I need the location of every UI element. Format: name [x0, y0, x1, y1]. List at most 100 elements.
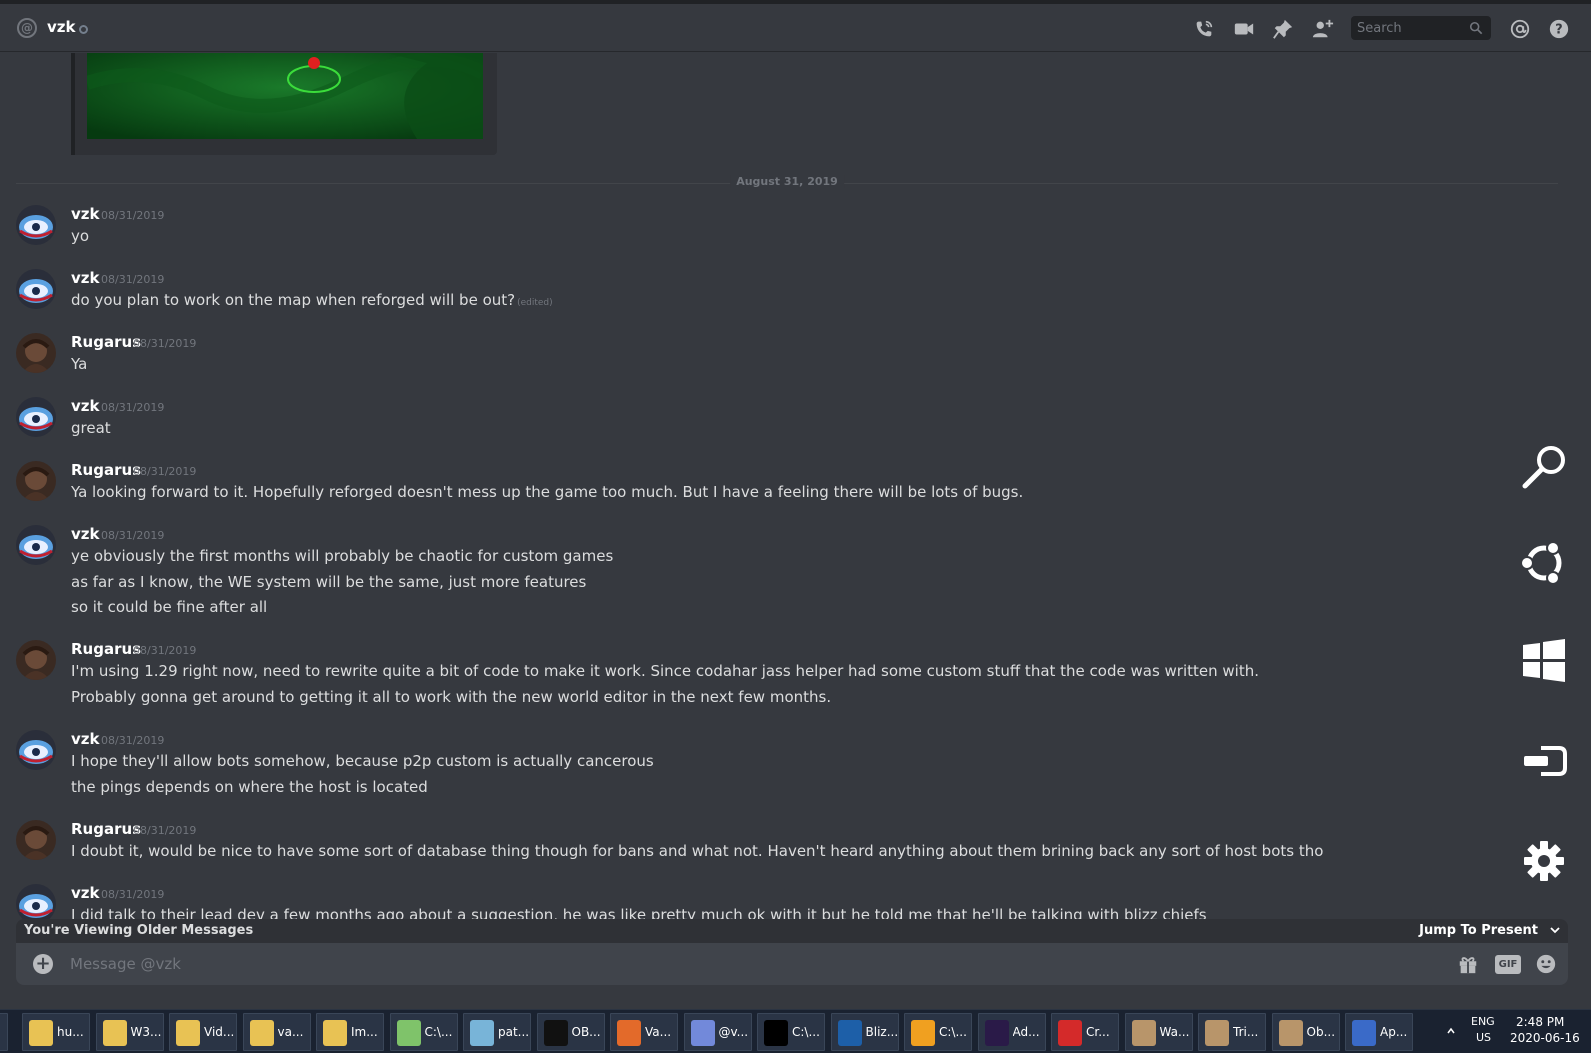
search-box[interactable]	[1351, 16, 1491, 40]
clock-time[interactable]: 2:48 PM	[1516, 1015, 1564, 1029]
message-group[interactable]: vzk 08/31/2019 I did talk to their lead …	[0, 884, 1500, 919]
gift-icon[interactable]	[1456, 953, 1480, 975]
add-friend-icon[interactable]	[1311, 18, 1335, 40]
taskbar-item[interactable]: Ap...	[1345, 1013, 1413, 1051]
avatar-vzk[interactable]	[16, 884, 56, 919]
terminal-icon	[764, 1020, 788, 1046]
folder-icon	[323, 1020, 347, 1046]
taskbar-item[interactable]: pat...	[463, 1013, 531, 1051]
input-language-region[interactable]: US	[1476, 1031, 1491, 1044]
channel-header: @ vzk ?	[0, 4, 1591, 52]
tray-expand-icon[interactable]	[1446, 1026, 1456, 1036]
message-timestamp: 08/31/2019	[101, 888, 165, 901]
clock-date[interactable]: 2020-06-16	[1510, 1031, 1580, 1045]
message-author[interactable]: vzk	[71, 730, 99, 748]
message-text: Ya looking forward to it. Hopefully refo…	[71, 483, 1024, 501]
ubuntu-icon[interactable]	[1519, 538, 1569, 588]
message-author[interactable]: Rugarus	[71, 820, 141, 838]
avatar-vzk[interactable]	[16, 730, 56, 770]
date-divider: August 31, 2019	[16, 175, 1558, 188]
settings-gear-icon[interactable]	[1519, 836, 1569, 886]
message-author[interactable]: vzk	[71, 884, 99, 902]
taskbar-item[interactable]: C:\...	[757, 1013, 825, 1051]
taskbar-item[interactable]: Im...	[316, 1013, 384, 1051]
taskbar-item[interactable]: Cr...	[1051, 1013, 1119, 1051]
avatar-vzk[interactable]	[16, 397, 56, 437]
taskbar-item-label: C:\...	[939, 1025, 967, 1039]
image-embed[interactable]	[71, 53, 497, 155]
taskbar-item[interactable]: C:\...	[389, 1013, 458, 1051]
taskbar-item-label: Vid...	[204, 1025, 235, 1039]
taskbar-item[interactable]: Tri...	[1198, 1013, 1266, 1051]
taskbar-item[interactable]: Vid...	[169, 1013, 237, 1051]
avatar-rugarus[interactable]	[16, 640, 56, 680]
taskbar-item[interactable]: hu...	[22, 1013, 90, 1051]
voice-call-icon[interactable]	[1192, 18, 1216, 40]
folder-icon	[102, 1020, 127, 1046]
taskbar-item-label: Ob...	[1306, 1025, 1336, 1039]
message-timestamp: 08/31/2019	[133, 824, 197, 837]
message-timestamp: 08/31/2019	[101, 529, 165, 542]
search-icon	[1469, 21, 1483, 35]
notepad-icon	[396, 1020, 421, 1046]
input-language[interactable]: ENG	[1471, 1015, 1495, 1028]
taskbar-item[interactable]: C:\...	[904, 1013, 972, 1051]
message-author[interactable]: vzk	[71, 269, 99, 287]
taskbar-item[interactable]: va...	[242, 1013, 311, 1051]
taskbar-item[interactable]: @v...	[683, 1013, 752, 1051]
help-icon[interactable]: ?	[1547, 18, 1571, 40]
taskbar-item-label: Bliz...	[865, 1025, 899, 1039]
taskbar-item-label: Tri...	[1233, 1025, 1259, 1039]
taskbar-item[interactable]: W3...	[95, 1013, 164, 1051]
emoji-icon[interactable]	[1534, 953, 1558, 975]
message-author[interactable]: vzk	[71, 525, 99, 543]
taskbar-item-label: Ad...	[1012, 1025, 1040, 1039]
avatar-rugarus[interactable]	[16, 820, 56, 860]
message-text: do you plan to work on the map when refo…	[71, 291, 516, 309]
taskbar-item[interactable]: Ad...	[977, 1013, 1046, 1051]
gif-button[interactable]: GIF	[1495, 955, 1521, 974]
taskbar-item[interactable]: Bliz...	[830, 1013, 899, 1051]
upload-plus-button[interactable]: +	[33, 954, 53, 974]
taskbar-item-label: Ap...	[1380, 1025, 1408, 1039]
folder-icon	[29, 1020, 53, 1046]
message-text: I hope they'll allow bots somehow, becau…	[71, 752, 654, 770]
message-author[interactable]: vzk	[71, 205, 99, 223]
taskbar-item[interactable]: Wa...	[1124, 1013, 1193, 1051]
svg-text:?: ?	[1555, 23, 1562, 38]
message-input[interactable]	[70, 943, 1430, 985]
obs-icon	[543, 1020, 568, 1046]
avatar-vzk[interactable]	[16, 269, 56, 309]
message-author[interactable]: Rugarus	[71, 461, 141, 479]
worldedit-icon	[1205, 1020, 1229, 1046]
message-timestamp: 08/31/2019	[101, 273, 165, 286]
pin-icon[interactable]	[1271, 18, 1295, 40]
taskbar-item[interactable]: Ob...	[1271, 1013, 1340, 1051]
taskbar-item[interactable]: OB...	[536, 1013, 605, 1051]
message-timestamp: 08/31/2019	[133, 644, 197, 657]
avatar-rugarus[interactable]	[16, 333, 56, 373]
battlenet-icon	[837, 1020, 862, 1046]
taskbar-item[interactable]: Va...	[610, 1013, 678, 1051]
magnifier-icon[interactable]	[1519, 440, 1569, 490]
exit-icon[interactable]	[1519, 736, 1569, 786]
mentions-icon[interactable]	[1508, 18, 1532, 40]
video-call-icon[interactable]	[1232, 18, 1256, 40]
message-text: the pings depends on where the host is l…	[71, 778, 428, 796]
embedded-game-screenshot[interactable]	[87, 53, 483, 139]
status-offline-icon	[79, 25, 88, 34]
message-author[interactable]: Rugarus	[71, 640, 141, 658]
avatar-vzk[interactable]	[16, 525, 56, 565]
message-author[interactable]: Rugarus	[71, 333, 141, 351]
chevron-down-icon[interactable]	[1548, 923, 1562, 937]
taskbar-item-label: Im...	[351, 1025, 378, 1039]
windows-icon[interactable]	[1519, 636, 1569, 686]
discord-icon	[690, 1020, 715, 1046]
avatar-rugarus[interactable]	[16, 461, 56, 501]
jump-to-present-button[interactable]: Jump To Present	[1419, 923, 1538, 938]
message-author[interactable]: vzk	[71, 397, 99, 415]
avatar-vzk[interactable]	[16, 205, 56, 245]
taskbar-item-label: va...	[277, 1025, 304, 1039]
taskbar-item-label: C:\...	[792, 1025, 820, 1039]
taskbar-item-partial[interactable]	[0, 1013, 8, 1051]
